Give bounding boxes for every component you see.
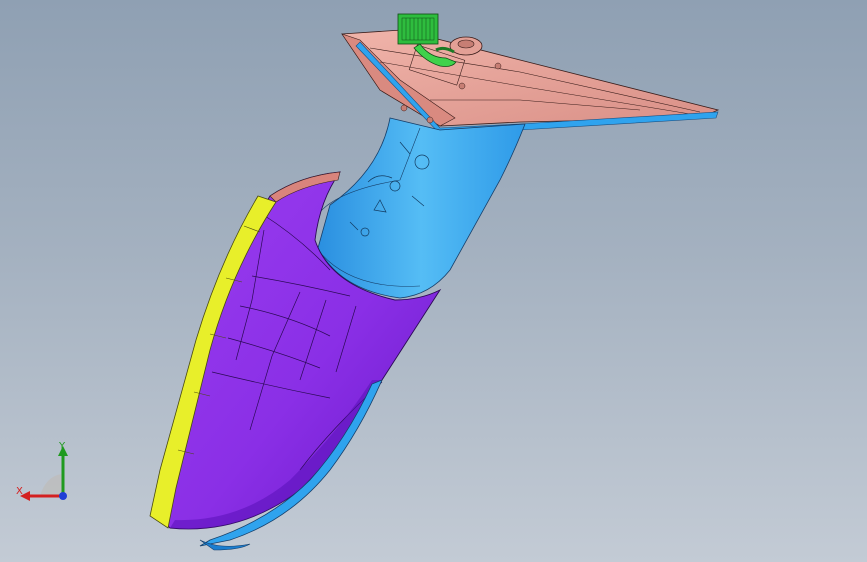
- axis-triad[interactable]: X Y: [10, 438, 80, 510]
- x-axis-label: X: [16, 486, 23, 497]
- y-axis-label: Y: [59, 441, 66, 452]
- mirror-stem[interactable]: [317, 117, 526, 299]
- mirror-housing-model[interactable]: [0, 0, 867, 562]
- triad-graphic: [20, 446, 68, 501]
- cad-3d-viewport[interactable]: X Y: [0, 0, 867, 562]
- mount-flange[interactable]: [341, 29, 720, 135]
